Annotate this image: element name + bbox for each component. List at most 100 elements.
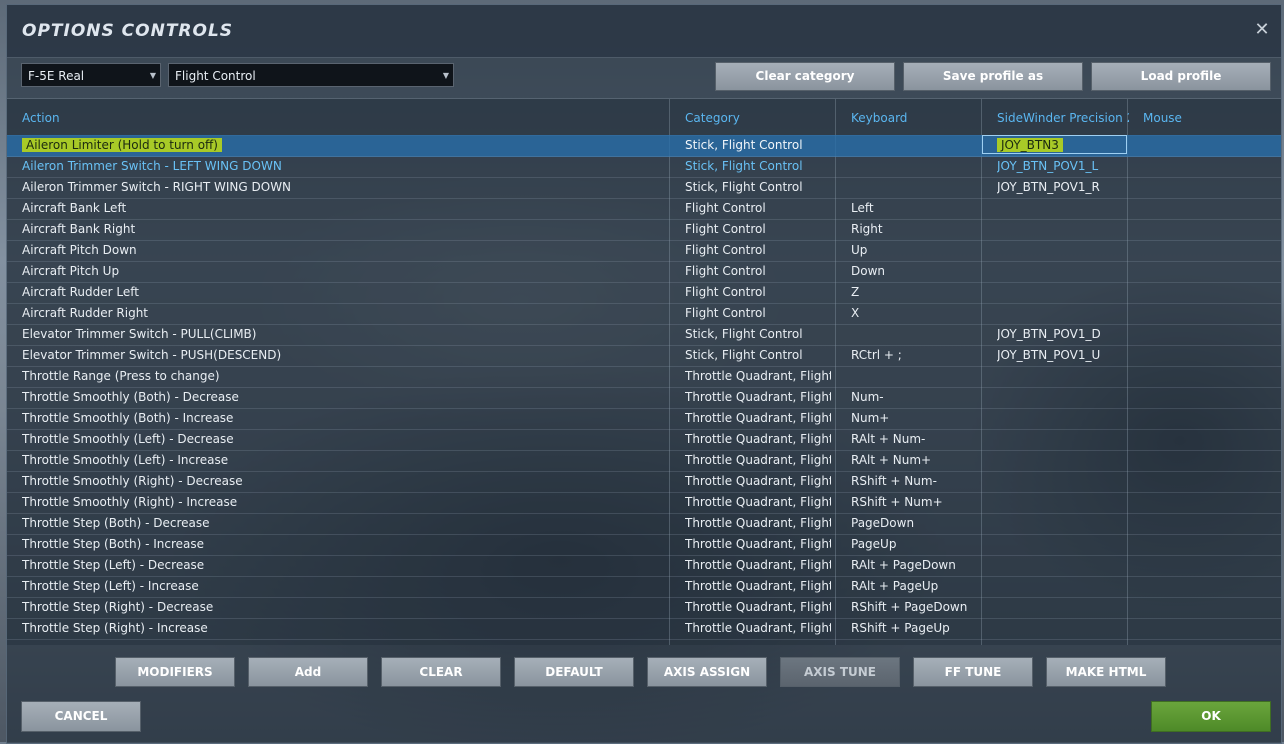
table-row[interactable]: Aircraft Bank Right Flight Control Right [7,219,1281,241]
cell-category[interactable]: Stick, Flight Control [685,159,831,173]
cell-action[interactable]: Throttle Range (Press to change) [22,369,662,383]
cell-action[interactable]: Aircraft Rudder Right [22,306,662,320]
cell-category[interactable]: Stick, Flight Control [685,180,831,194]
cell-keyboard[interactable]: Up [851,243,977,257]
cell-category[interactable]: Throttle Quadrant, Flight C [685,390,831,404]
table-row[interactable]: Throttle Smoothly (Right) - Decrease Thro… [7,471,1281,493]
cell-keyboard[interactable]: RShift + Num- [851,474,977,488]
cell-action[interactable]: Throttle Step (Both) - Decrease [22,516,662,530]
column-header-mouse[interactable]: Mouse [1143,111,1182,125]
cell-action[interactable]: Elevator Trimmer Switch - PUSH(DESCEND) [22,348,662,362]
cell-keyboard[interactable]: RShift + PageUp [851,621,977,635]
cell-category[interactable]: Stick, Flight Control [685,348,831,362]
column-header-device[interactable]: SideWinder Precision 2 [997,111,1129,125]
table-row[interactable]: Throttle Step (Both) - Increase Throttle … [7,534,1281,556]
cell-action[interactable]: Aileron Trimmer Switch - LEFT WING DOWN [22,159,662,173]
cell-action[interactable]: Aircraft Bank Left [22,201,662,215]
cell-category[interactable]: Throttle Quadrant, Flight C [685,537,831,551]
cell-category[interactable]: Throttle Quadrant, Flight C [685,558,831,572]
cell-category[interactable]: Throttle Quadrant, Flight C [685,516,831,530]
cell-category[interactable]: Throttle Quadrant, Flight C [685,579,831,593]
cell-category[interactable]: Throttle Quadrant, Flight C [685,474,831,488]
cell-keyboard[interactable]: RShift + PageDown [851,600,977,614]
cell-action[interactable]: Throttle Step (Right) - Decrease [22,600,662,614]
ff-tune-button[interactable]: FF TUNE [913,657,1033,687]
load-profile-button[interactable]: Load profile [1091,62,1271,91]
cell-action[interactable]: Elevator Trimmer Switch - PULL(CLIMB) [22,327,662,341]
column-header-keyboard[interactable]: Keyboard [851,111,907,125]
modifiers-button[interactable]: MODIFIERS [115,657,235,687]
save-profile-button[interactable]: Save profile as [903,62,1083,91]
cell-action[interactable]: Throttle Smoothly (Right) - Increase [22,495,662,509]
table-row[interactable]: Throttle Range (Press to change) Throttle… [7,366,1281,388]
cell-action[interactable]: Throttle Step (Left) - Decrease [22,558,662,572]
cell-action[interactable]: Throttle Step (Right) - Increase [22,621,662,635]
table-row[interactable]: Throttle Smoothly (Left) - Decrease Throt… [7,429,1281,451]
cell-keyboard[interactable]: PageUp [851,537,977,551]
cell-action[interactable]: Aircraft Bank Right [22,222,662,236]
cell-keyboard[interactable]: Z [851,285,977,299]
table-row[interactable]: Aircraft Pitch Down Flight Control Up [7,240,1281,262]
table-row[interactable]: Throttle Smoothly (Both) - Increase Throt… [7,408,1281,430]
cell-action[interactable]: Aircraft Pitch Down [22,243,662,257]
cell-category[interactable]: Flight Control [685,306,831,320]
cell-keyboard[interactable]: RAlt + PageUp [851,579,977,593]
cell-category[interactable]: Throttle Quadrant, Flight C [685,495,831,509]
cell-keyboard[interactable]: Num+ [851,411,977,425]
table-row[interactable]: Aircraft Rudder Left Flight Control Z [7,282,1281,304]
cell-keyboard[interactable]: RAlt + Num+ [851,453,977,467]
table-row[interactable]: Throttle Step (Right) - Decrease Throttle… [7,597,1281,619]
cell-action[interactable]: Throttle Smoothly (Left) - Increase [22,453,662,467]
table-row[interactable]: Aircraft Pitch Up Flight Control Down [7,261,1281,283]
clear-category-button[interactable]: Clear category [715,62,895,91]
cell-device[interactable]: JOY_BTN_POV1_D [997,327,1125,341]
cell-device[interactable]: JOY_BTN_POV1_L [997,159,1125,173]
cell-category[interactable]: Stick, Flight Control [685,327,831,341]
clear-button[interactable]: CLEAR [381,657,501,687]
add-button[interactable]: Add [248,657,368,687]
table-row[interactable]: Throttle Smoothly (Both) - Decrease Throt… [7,387,1281,409]
cell-action[interactable]: Throttle Step (Left) - Increase [22,579,662,593]
table-row[interactable]: Throttle Smoothly (Left) - Increase Throt… [7,450,1281,472]
cell-keyboard[interactable]: Right [851,222,977,236]
axis-tune-button[interactable]: AXIS TUNE [780,657,900,687]
cell-action[interactable]: Throttle Smoothly (Both) - Increase [22,411,662,425]
cell-keyboard[interactable]: RCtrl + ; [851,348,977,362]
cell-category[interactable]: Flight Control [685,201,831,215]
cell-category[interactable]: Stick, Flight Control [685,138,831,152]
cancel-button[interactable]: CANCEL [21,701,141,732]
table-row[interactable]: Elevator Trimmer Switch - PULL(CLIMB) Sti… [7,324,1281,346]
table-row[interactable]: Throttle Step (Both) - Decrease Throttle … [7,513,1281,535]
table-row[interactable]: Throttle Smoothly (Right) - Increase Thro… [7,492,1281,514]
table-row[interactable]: Aircraft Bank Left Flight Control Left [7,198,1281,220]
cell-action[interactable]: Aircraft Pitch Up [22,264,662,278]
cell-keyboard[interactable]: Down [851,264,977,278]
table-row[interactable]: Aileron Trimmer Switch - LEFT WING DOWN S… [7,156,1281,178]
cell-category[interactable]: Flight Control [685,264,831,278]
column-header-category[interactable]: Category [685,111,740,125]
cell-category[interactable]: Throttle Quadrant, Flight C [685,453,831,467]
ok-button[interactable]: OK [1151,701,1271,732]
cell-action[interactable]: Throttle Smoothly (Left) - Decrease [22,432,662,446]
cell-category[interactable]: Flight Control [685,243,831,257]
close-icon[interactable]: ✕ [1251,19,1273,41]
cell-category[interactable]: Throttle Quadrant, Flight C [685,432,831,446]
make-html-button[interactable]: MAKE HTML [1046,657,1166,687]
cell-action[interactable]: Aileron Trimmer Switch - RIGHT WING DOWN [22,180,662,194]
cell-keyboard[interactable]: X [851,306,977,320]
table-row[interactable]: Throttle Step (Left) - Decrease Throttle … [7,555,1281,577]
cell-action[interactable]: Throttle Smoothly (Both) - Decrease [22,390,662,404]
table-row[interactable]: Throttle Step (Right) - Increase Throttle… [7,618,1281,640]
cell-keyboard[interactable]: RAlt + Num- [851,432,977,446]
axis-assign-button[interactable]: AXIS ASSIGN [647,657,767,687]
cell-keyboard[interactable]: Num- [851,390,977,404]
cell-category[interactable]: Throttle Quadrant, Flight C [685,411,831,425]
column-header-action[interactable]: Action [22,111,60,125]
table-row[interactable]: Aileron Limiter (Hold to turn off) Stick,… [7,135,1281,157]
cell-device[interactable]: JOY_BTN_POV1_R [997,180,1125,194]
cell-keyboard[interactable]: PageDown [851,516,977,530]
cell-keyboard[interactable]: RShift + Num+ [851,495,977,509]
cell-action[interactable]: Aircraft Rudder Left [22,285,662,299]
cell-keyboard[interactable]: Left [851,201,977,215]
cell-category[interactable]: Flight Control [685,285,831,299]
